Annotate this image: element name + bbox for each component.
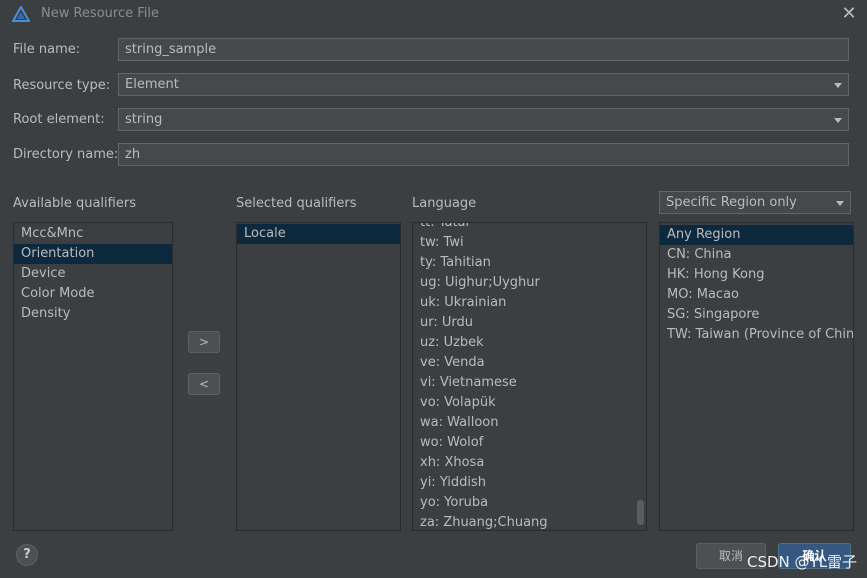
region-filter-value: Specific Region only bbox=[666, 195, 797, 210]
app-logo-icon bbox=[12, 6, 30, 22]
directory-name-label: Directory name: bbox=[13, 147, 119, 162]
language-label: Language bbox=[412, 196, 477, 211]
list-item[interactable]: Density bbox=[14, 304, 172, 324]
list-item[interactable]: wa: Walloon bbox=[413, 413, 646, 433]
resource-type-value: Element bbox=[125, 77, 179, 92]
list-item[interactable]: Orientation bbox=[14, 244, 172, 264]
selected-qualifiers-list[interactable]: Locale bbox=[236, 222, 401, 531]
list-item[interactable]: tw: Twi bbox=[413, 233, 646, 253]
list-item[interactable]: CN: China bbox=[660, 245, 853, 265]
resource-type-label: Resource type: bbox=[13, 78, 111, 93]
language-list[interactable]: tt: Tatar tw: Twi ty: Tahitian ug: Uighu… bbox=[412, 222, 647, 531]
list-item[interactable]: xh: Xhosa bbox=[413, 453, 646, 473]
root-element-select[interactable]: string bbox=[118, 108, 849, 131]
language-scrollbar[interactable] bbox=[637, 500, 644, 525]
region-filter-select[interactable]: Specific Region only bbox=[659, 191, 851, 214]
list-item[interactable]: yi: Yiddish bbox=[413, 473, 646, 493]
list-item[interactable]: TW: Taiwan (Province of China) bbox=[660, 325, 853, 345]
list-item[interactable]: wo: Wolof bbox=[413, 433, 646, 453]
help-button[interactable]: ? bbox=[16, 544, 38, 566]
list-item[interactable]: Locale bbox=[237, 224, 400, 244]
list-item[interactable]: SG: Singapore bbox=[660, 305, 853, 325]
list-item[interactable]: HK: Hong Kong bbox=[660, 265, 853, 285]
list-item[interactable]: tt: Tatar bbox=[413, 223, 646, 233]
directory-name-value: zh bbox=[125, 147, 141, 162]
list-item[interactable]: vi: Vietnamese bbox=[413, 373, 646, 393]
chevron-down-icon bbox=[834, 83, 842, 88]
list-item[interactable]: ty: Tahitian bbox=[413, 253, 646, 273]
list-item[interactable]: uk: Ukrainian bbox=[413, 293, 646, 313]
list-item[interactable]: uz: Uzbek bbox=[413, 333, 646, 353]
file-name-value: string_sample bbox=[125, 42, 217, 57]
list-item[interactable]: za: Zhuang;Chuang bbox=[413, 513, 646, 530]
available-qualifiers-label: Available qualifiers bbox=[13, 196, 136, 211]
list-item[interactable]: ug: Uighur;Uyghur bbox=[413, 273, 646, 293]
chevron-down-icon bbox=[834, 118, 842, 123]
title-bar: New Resource File ✕ bbox=[0, 0, 867, 28]
list-item[interactable]: ve: Venda bbox=[413, 353, 646, 373]
list-item[interactable]: Device bbox=[14, 264, 172, 284]
add-qualifier-button[interactable]: > bbox=[188, 331, 220, 353]
file-name-label: File name: bbox=[13, 42, 81, 57]
selected-qualifiers-label: Selected qualifiers bbox=[236, 196, 357, 211]
directory-name-input[interactable]: zh bbox=[118, 143, 849, 166]
root-element-label: Root element: bbox=[13, 112, 105, 127]
list-item[interactable]: Mcc&Mnc bbox=[14, 224, 172, 244]
available-qualifiers-list[interactable]: Mcc&Mnc Orientation Device Color Mode De… bbox=[13, 222, 173, 531]
remove-qualifier-button[interactable]: < bbox=[188, 373, 220, 395]
root-element-value: string bbox=[125, 112, 163, 127]
file-name-input[interactable]: string_sample bbox=[118, 38, 849, 61]
list-item[interactable]: Color Mode bbox=[14, 284, 172, 304]
window-title: New Resource File bbox=[41, 6, 159, 21]
list-item[interactable]: yo: Yoruba bbox=[413, 493, 646, 513]
chevron-down-icon bbox=[836, 201, 844, 206]
list-item[interactable]: MO: Macao bbox=[660, 285, 853, 305]
close-icon[interactable]: ✕ bbox=[838, 3, 860, 25]
list-item[interactable]: Any Region bbox=[660, 225, 853, 245]
list-item[interactable]: vo: Volapük bbox=[413, 393, 646, 413]
region-list[interactable]: Any Region CN: China HK: Hong Kong MO: M… bbox=[659, 222, 854, 531]
resource-type-select[interactable]: Element bbox=[118, 73, 849, 96]
watermark-text: CSDN @YL雷子 bbox=[747, 553, 858, 571]
list-item[interactable]: ur: Urdu bbox=[413, 313, 646, 333]
